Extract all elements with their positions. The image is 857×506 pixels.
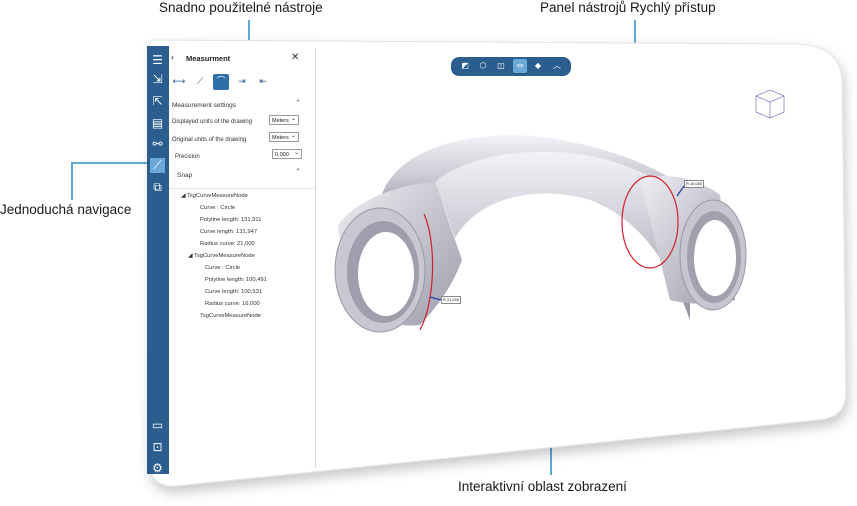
tree-prop: Radius curve: 21,000 bbox=[200, 241, 255, 247]
tree-prop: Curve : Circle bbox=[205, 265, 241, 271]
measurement-panel: ‹ Measurment ✕ ⟷ ⟋ ⌒ ⇥ ⇤ Measurement set… bbox=[169, 48, 316, 468]
shaded-view-icon[interactable]: ◆ bbox=[531, 59, 545, 73]
precision-label: Precision bbox=[175, 154, 200, 160]
tree-prop: Radius curve: 16,000 bbox=[205, 301, 260, 307]
layers-icon[interactable]: ⚯ bbox=[150, 137, 165, 152]
panel-title: Measurment bbox=[186, 54, 231, 63]
document-icon[interactable]: ▤ bbox=[150, 116, 165, 131]
panel-header: ‹ Measurment ✕ bbox=[169, 48, 315, 70]
tree-node[interactable]: TsgCurveMeasureNode bbox=[200, 313, 261, 319]
original-units-select[interactable]: Meters bbox=[269, 131, 299, 142]
images-icon[interactable]: ⧉ bbox=[150, 180, 165, 195]
measure-quick-icon[interactable]: ⇔ bbox=[513, 59, 527, 73]
measure-curve-tool[interactable]: ⌒ bbox=[213, 74, 229, 90]
back-icon[interactable]: ‹ bbox=[171, 52, 174, 62]
quick-access-toolbar: ◩ ⬡ ◫ ⇔ ◆ ︿ bbox=[451, 57, 571, 76]
measure-distance-tool[interactable]: ⟷ bbox=[171, 74, 187, 90]
measure-tag-right: R 16,000 bbox=[684, 180, 705, 188]
tree-prop: Polyline length: 100,491 bbox=[205, 277, 267, 283]
view-cube-icon bbox=[755, 89, 785, 119]
measure-icon[interactable]: ⟋ bbox=[150, 158, 165, 173]
comment-icon[interactable]: ▭ bbox=[150, 418, 165, 433]
tree-prop: Curve length: 131,947 bbox=[200, 229, 258, 235]
settings-header[interactable]: Measurement settings bbox=[172, 102, 236, 109]
cube-view-icon[interactable]: ⬡ bbox=[476, 59, 490, 73]
precision-select[interactable]: 0,000 bbox=[272, 148, 302, 159]
displayed-units-select[interactable]: Meters bbox=[269, 114, 299, 125]
original-units-label: Original units of the drawing bbox=[172, 137, 247, 143]
chevron-down-icon[interactable]: ˅ bbox=[296, 168, 300, 177]
measure-tag-left: R 21,000 bbox=[441, 296, 462, 304]
tree-prop: Polyline length: 131,911 bbox=[200, 217, 262, 223]
collapse-icon[interactable]: ︿ bbox=[550, 59, 564, 73]
edit-icon[interactable]: ◩ bbox=[458, 59, 472, 73]
measure-vertical-tool[interactable]: ⇤ bbox=[255, 74, 271, 90]
export-icon[interactable]: ⇱ bbox=[150, 94, 165, 109]
section-icon[interactable]: ◫ bbox=[494, 59, 508, 73]
measure-tree: ◢ TsgCurveMeasureNode Curve : Circle Pol… bbox=[169, 188, 315, 464]
import-icon[interactable]: ⇲ bbox=[150, 72, 165, 87]
close-icon[interactable]: ✕ bbox=[291, 52, 299, 63]
tree-node[interactable]: ◢ TsgCurveMeasureNode bbox=[181, 193, 248, 199]
settings-icon[interactable]: ⚙ bbox=[150, 461, 165, 476]
chevron-up-icon[interactable]: ˄ bbox=[296, 99, 300, 108]
tree-prop: Curve : Circle bbox=[200, 205, 236, 211]
nav-rail bbox=[147, 46, 169, 474]
tablet-frame bbox=[147, 39, 847, 487]
menu-icon[interactable]: ☰ bbox=[150, 53, 165, 68]
tree-node[interactable]: ◢ TsgCurveMeasureNode bbox=[188, 253, 255, 259]
briefcase-icon[interactable]: ⊡ bbox=[150, 440, 165, 455]
tree-prop: Curve length: 100,531 bbox=[205, 289, 263, 295]
measure-horizontal-tool[interactable]: ⇥ bbox=[234, 74, 250, 90]
measure-polyline-tool[interactable]: ⟋ bbox=[192, 74, 208, 90]
displayed-units-label: Displayed units of the drawing bbox=[172, 119, 253, 125]
snap-header[interactable]: Snap bbox=[177, 172, 192, 179]
